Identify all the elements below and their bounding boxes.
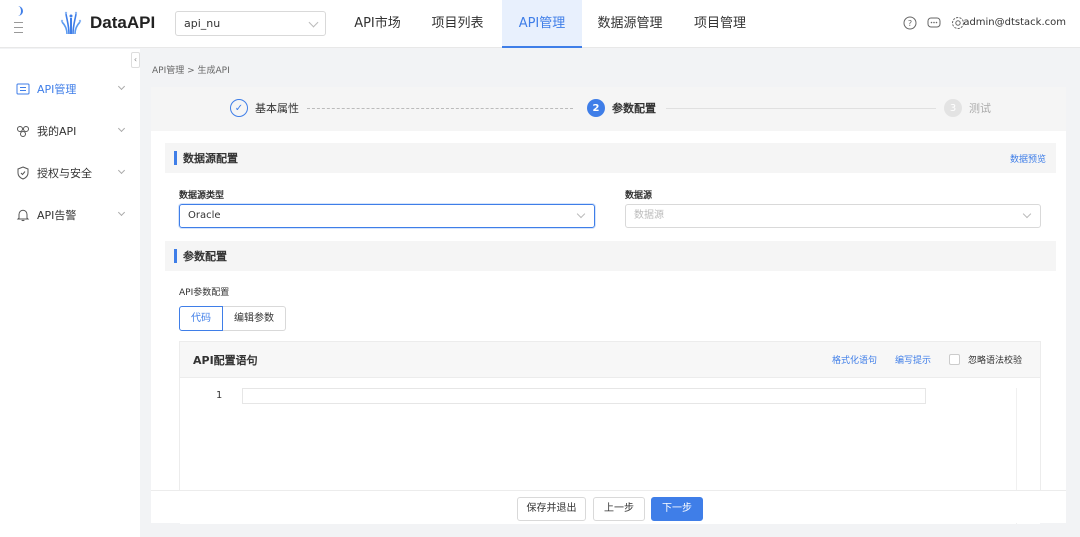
datasource-select[interactable]: 数据源 bbox=[625, 204, 1041, 228]
shield-icon bbox=[16, 166, 30, 180]
sidebar-item-api-alarm[interactable]: API告警 bbox=[16, 205, 128, 225]
section-title: 数据源配置 bbox=[183, 152, 238, 165]
user-account[interactable]: admin@dtstack.com bbox=[963, 17, 1066, 28]
chevron-down-icon bbox=[117, 166, 126, 175]
writing-hint-link[interactable]: 编写提示 bbox=[895, 353, 931, 366]
app-name: DataAPI bbox=[90, 13, 156, 32]
dataapi-logo-icon bbox=[60, 11, 82, 35]
step-label: 测试 bbox=[969, 102, 991, 115]
previous-step-button[interactable]: 上一步 bbox=[593, 497, 645, 521]
chevron-down-icon bbox=[576, 209, 586, 219]
app-logo[interactable]: DataAPI bbox=[58, 10, 155, 36]
menu-toggle-icon[interactable] bbox=[12, 6, 28, 42]
message-icon[interactable] bbox=[927, 16, 941, 30]
datasource-placeholder: 数据源 bbox=[634, 210, 664, 221]
chevron-down-icon bbox=[117, 82, 126, 91]
editor-title: API配置语句 bbox=[193, 353, 258, 367]
bell-icon bbox=[16, 208, 30, 222]
ignore-syntax-check-checkbox[interactable] bbox=[948, 354, 960, 365]
step-connector bbox=[666, 108, 936, 109]
param-mode-tabs: 代码 编辑参数 bbox=[179, 306, 286, 331]
line-number: 1 bbox=[216, 390, 223, 401]
project-select-value: api_nu bbox=[184, 17, 221, 30]
datasource-label: 数据源 bbox=[625, 191, 653, 201]
editor-actions: 格式化语句 编写提示 忽略语法校验 bbox=[814, 353, 1022, 366]
datasource-section-header: 数据源配置 数据预览 bbox=[165, 143, 1056, 173]
my-api-icon bbox=[16, 124, 30, 138]
tab-code[interactable]: 代码 bbox=[179, 306, 223, 331]
param-section-header: 参数配置 bbox=[165, 241, 1056, 271]
editor-header: API配置语句 格式化语句 编写提示 忽略语法校验 bbox=[180, 342, 1040, 378]
nav-api-management[interactable]: API管理 bbox=[502, 0, 582, 48]
sidebar-item-auth-security[interactable]: 授权与安全 bbox=[16, 163, 128, 183]
sidebar-item-label: API管理 bbox=[37, 83, 77, 96]
datasource-type-value: Oracle bbox=[188, 210, 221, 221]
breadcrumb: API管理 > 生成API bbox=[152, 66, 230, 76]
step-test: 3 测试 bbox=[944, 99, 991, 117]
svg-text:?: ? bbox=[908, 19, 912, 28]
header-icons: ? bbox=[903, 16, 965, 30]
main-panel: ✓ 基本属性 2 参数配置 3 测试 数据源配置 数据预览 数据源类型 Orac… bbox=[151, 87, 1066, 524]
save-and-exit-button[interactable]: 保存并退出 bbox=[517, 497, 586, 521]
code-input-line[interactable] bbox=[242, 388, 926, 404]
api-list-icon bbox=[16, 82, 30, 96]
api-param-config-label: API参数配置 bbox=[179, 288, 230, 298]
sidebar-collapse-button[interactable]: ‹ bbox=[131, 52, 140, 68]
check-icon: ✓ bbox=[230, 99, 248, 117]
project-select[interactable]: api_nu bbox=[175, 11, 326, 36]
section-marker bbox=[174, 151, 177, 165]
nav-project-list[interactable]: 项目列表 bbox=[415, 0, 500, 48]
help-icon[interactable]: ? bbox=[903, 16, 917, 30]
chevron-down-icon bbox=[1022, 209, 1032, 219]
step-indicator: ✓ 基本属性 2 参数配置 3 测试 bbox=[151, 87, 1066, 131]
chevron-down-icon bbox=[308, 17, 319, 28]
nav-api-market[interactable]: API市场 bbox=[340, 0, 415, 48]
step-param-config: 2 参数配置 bbox=[587, 99, 656, 117]
format-statement-link[interactable]: 格式化语句 bbox=[832, 353, 877, 366]
step-basic-properties: ✓ 基本属性 bbox=[230, 99, 299, 117]
chevron-down-icon bbox=[117, 124, 126, 133]
data-preview-link[interactable]: 数据预览 bbox=[1010, 152, 1046, 165]
chevron-down-icon bbox=[117, 208, 126, 217]
sidebar-item-label: 我的API bbox=[37, 125, 77, 138]
step-number: 2 bbox=[587, 99, 605, 117]
ignore-syntax-check-label: 忽略语法校验 bbox=[967, 356, 1022, 366]
sidebar-item-my-api[interactable]: 我的API bbox=[16, 121, 128, 141]
step-connector bbox=[307, 108, 573, 109]
datasource-type-label: 数据源类型 bbox=[179, 191, 225, 201]
step-label: 参数配置 bbox=[612, 102, 656, 115]
step-label: 基本属性 bbox=[255, 102, 299, 115]
next-step-button[interactable]: 下一步 bbox=[651, 497, 703, 521]
main-nav: API市场 项目列表 API管理 数据源管理 项目管理 bbox=[340, 0, 762, 48]
datasource-type-select[interactable]: Oracle bbox=[179, 204, 595, 228]
form-footer: 保存并退出 上一步 下一步 bbox=[151, 490, 1066, 523]
top-header: DataAPI api_nu API市场 项目列表 API管理 数据源管理 项目… bbox=[0, 0, 1080, 48]
nav-datasource-management[interactable]: 数据源管理 bbox=[582, 0, 678, 48]
sidebar-item-label: 授权与安全 bbox=[37, 167, 92, 180]
sidebar: API管理 我的API 授权与安全 API告警 bbox=[0, 49, 140, 537]
section-marker bbox=[174, 249, 177, 263]
sidebar-item-label: API告警 bbox=[37, 209, 77, 222]
nav-project-management[interactable]: 项目管理 bbox=[678, 0, 762, 48]
tab-edit-params[interactable]: 编辑参数 bbox=[223, 306, 286, 331]
section-title: 参数配置 bbox=[183, 250, 227, 263]
sidebar-item-api-management[interactable]: API管理 bbox=[16, 79, 128, 99]
step-number: 3 bbox=[944, 99, 962, 117]
